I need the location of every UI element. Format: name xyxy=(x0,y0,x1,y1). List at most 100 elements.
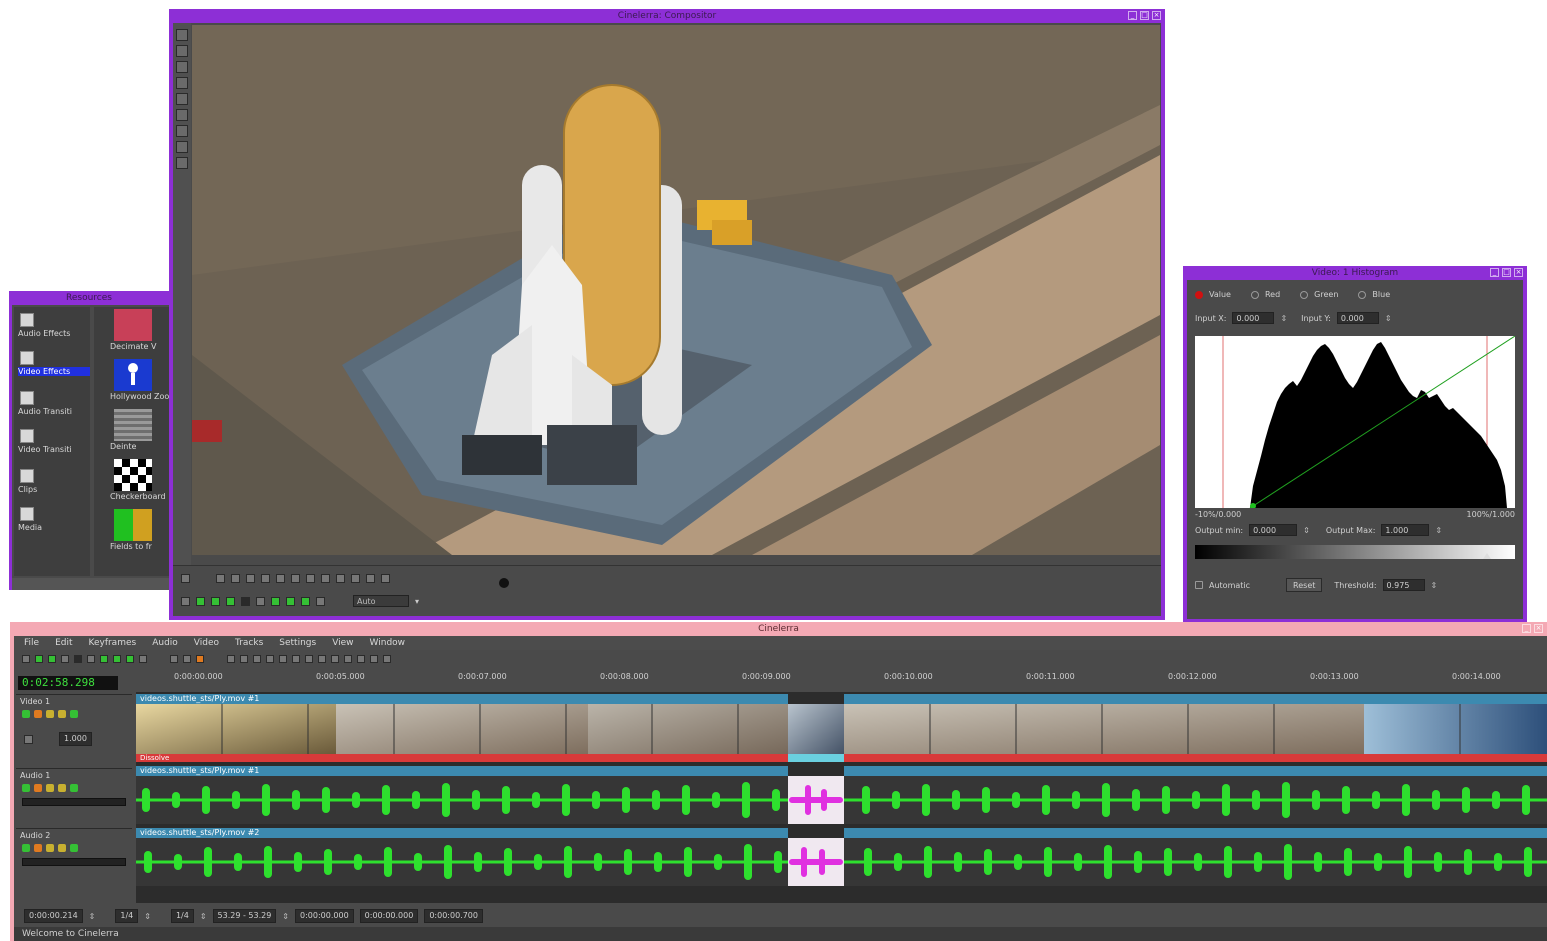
output-max-field[interactable]: 1.000 xyxy=(1381,524,1430,536)
overwrite-icon[interactable] xyxy=(305,655,313,663)
audio-2-edit-title-2[interactable] xyxy=(844,828,1547,838)
menu-video[interactable]: Video xyxy=(194,636,219,650)
stop-icon[interactable] xyxy=(241,596,250,606)
play-track-icon[interactable] xyxy=(22,710,30,718)
output-gradient-slider[interactable] xyxy=(1195,545,1515,559)
reset-button[interactable]: Reset xyxy=(1286,578,1323,592)
mask-icon[interactable] xyxy=(176,61,188,73)
video-track-thumbnails[interactable] xyxy=(136,704,1547,754)
ruler-icon[interactable] xyxy=(176,77,188,89)
paste-icon[interactable] xyxy=(279,655,287,663)
chevron-down-icon[interactable]: ▾ xyxy=(415,597,419,606)
audio-2-waveform-band[interactable] xyxy=(136,838,1547,886)
jump-end-icon[interactable] xyxy=(316,596,325,606)
threshold-field[interactable]: 0.975 xyxy=(1382,579,1425,591)
reverse-play-icon[interactable] xyxy=(211,596,220,606)
audio-2-fader[interactable] xyxy=(22,858,126,866)
autoscroll-icon[interactable] xyxy=(196,655,204,663)
menu-view[interactable]: View xyxy=(332,636,353,650)
spin-icon[interactable]: ⇕ xyxy=(1431,581,1438,590)
spin-icon[interactable]: ⇕ xyxy=(200,912,207,921)
fast-reverse-icon[interactable] xyxy=(196,596,205,606)
redo-icon[interactable] xyxy=(383,655,391,663)
copy-icon[interactable] xyxy=(276,574,285,583)
arm-track-icon[interactable] xyxy=(34,844,42,852)
audio-2-edit-title[interactable]: videos.shuttle_sts/Ply.mov #2 xyxy=(136,828,788,838)
spin-icon[interactable]: ⇕ xyxy=(1280,314,1287,323)
radio-value[interactable] xyxy=(1195,290,1203,299)
frame-forward-icon[interactable] xyxy=(87,655,95,663)
to-clip-icon[interactable] xyxy=(336,574,345,583)
compositor-titlebar[interactable]: Cinelerra: Compositor xyxy=(169,9,1165,23)
transition-bar[interactable]: Dissolve xyxy=(136,754,1547,762)
selection-start-field[interactable]: 0:00:00.214 xyxy=(24,909,83,923)
ok-icon[interactable] xyxy=(181,574,190,583)
in-point-icon[interactable] xyxy=(231,574,240,583)
prev-label-icon[interactable] xyxy=(344,655,352,663)
zoom-amp-field[interactable]: 1/4 xyxy=(170,909,194,923)
position-slider-knob[interactable] xyxy=(499,578,509,588)
stop-icon[interactable] xyxy=(74,655,82,663)
play-icon[interactable] xyxy=(100,655,108,663)
resources-titlebar[interactable]: Resources xyxy=(9,291,169,305)
video-viewer[interactable] xyxy=(192,25,1160,555)
radio-blue[interactable] xyxy=(1358,290,1367,299)
histogram-titlebar[interactable]: Video: 1 Histogram xyxy=(1183,266,1527,280)
input-y-field[interactable]: 0.000 xyxy=(1336,312,1379,324)
next-label-icon[interactable] xyxy=(357,655,365,663)
copy-icon[interactable] xyxy=(266,655,274,663)
audio-1-fader[interactable] xyxy=(22,798,126,806)
out-point-field[interactable]: 0:00:00.700 xyxy=(424,909,483,923)
ibeam-tool-icon[interactable] xyxy=(183,655,191,663)
arm-track-icon[interactable] xyxy=(34,710,42,718)
arrow-tool-icon[interactable] xyxy=(170,655,178,663)
audio-1-edit-title-2[interactable] xyxy=(844,766,1547,776)
splice-icon[interactable] xyxy=(292,655,300,663)
radio-red[interactable] xyxy=(1250,290,1259,299)
in-point-icon[interactable] xyxy=(227,655,235,663)
minimize-icon[interactable]: _ xyxy=(1522,624,1531,633)
spin-icon[interactable]: ⇕ xyxy=(1303,526,1310,535)
menu-tracks[interactable]: Tracks xyxy=(235,636,263,650)
effect-checkerboard[interactable]: Checkerboard xyxy=(110,459,166,501)
spin-icon[interactable]: ⇕ xyxy=(1435,526,1442,535)
spin-icon[interactable]: ⇕ xyxy=(1385,314,1392,323)
menu-settings[interactable]: Settings xyxy=(279,636,316,650)
out-point-icon[interactable] xyxy=(246,574,255,583)
draw-icon[interactable] xyxy=(58,844,66,852)
cut-icon[interactable] xyxy=(253,655,261,663)
out-point-icon[interactable] xyxy=(240,655,248,663)
length-field[interactable]: 0:00:00.000 xyxy=(359,909,419,923)
main-titlebar[interactable]: Cinelerra xyxy=(10,622,1547,636)
effect-fields-to-frames[interactable]: Fields to fr xyxy=(110,509,152,551)
play-track-icon[interactable] xyxy=(22,844,30,852)
cut-icon[interactable] xyxy=(261,574,270,583)
folder-video-effects[interactable]: Video Effects xyxy=(18,351,90,376)
draw-icon[interactable] xyxy=(58,784,66,792)
timeline-ruler[interactable]: 0:00:00.000 0:00:05.000 0:00:07.000 0:00… xyxy=(136,670,1547,693)
menu-window[interactable]: Window xyxy=(370,636,406,650)
reverse-play-icon[interactable] xyxy=(48,655,56,663)
output-min-field[interactable]: 0.000 xyxy=(1249,524,1298,536)
folder-video-transitions[interactable]: Video Transiti xyxy=(18,429,90,454)
rewind-icon[interactable] xyxy=(22,655,30,663)
folder-media[interactable]: Media xyxy=(18,507,90,532)
automatic-checkbox[interactable] xyxy=(1195,581,1203,589)
zoom-sample-field[interactable]: 1/4 xyxy=(115,909,139,923)
info-icon[interactable] xyxy=(176,157,188,169)
protect-icon[interactable] xyxy=(176,29,188,41)
draw-icon[interactable] xyxy=(58,710,66,718)
jump-end-icon[interactable] xyxy=(139,655,147,663)
close-icon[interactable]: × xyxy=(1534,624,1543,633)
radio-green[interactable] xyxy=(1300,290,1309,299)
play-icon[interactable] xyxy=(271,596,280,606)
timeline-canvas[interactable]: videos.shuttle_sts/Ply.mov #1 Dissolve v… xyxy=(136,692,1547,903)
video-edit-title[interactable]: videos.shuttle_sts/Ply.mov #1 xyxy=(136,694,788,704)
video-zoom-field[interactable]: 1.000 xyxy=(59,732,92,746)
input-x-field[interactable]: 0.000 xyxy=(1232,312,1275,324)
spin-icon[interactable]: ⇕ xyxy=(282,912,289,921)
end-icon[interactable] xyxy=(126,655,134,663)
menu-file[interactable]: File xyxy=(24,636,39,650)
fast-forward-icon[interactable] xyxy=(113,655,121,663)
effect-hollywood-zoom[interactable]: Hollywood Zoom xyxy=(110,359,169,401)
